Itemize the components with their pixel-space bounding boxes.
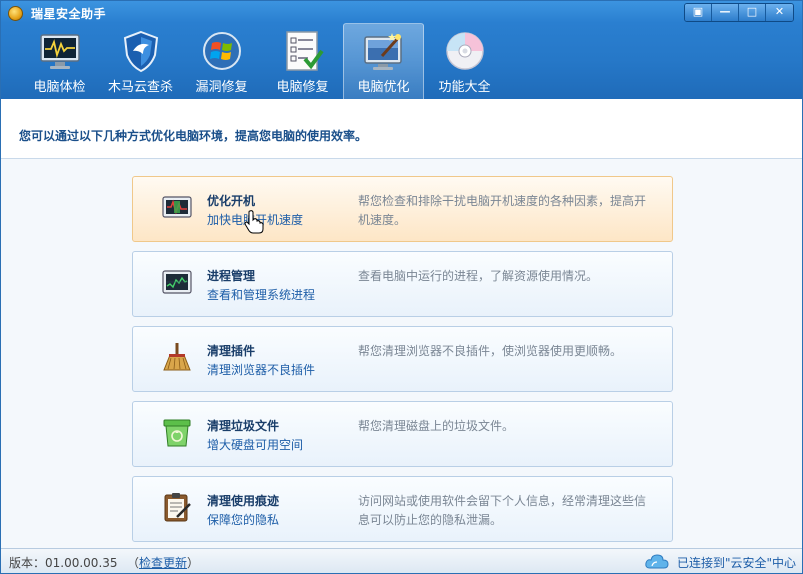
app-logo-icon — [8, 6, 23, 21]
window-title: 瑞星安全助手 — [31, 7, 107, 21]
check-update-link[interactable]: 检查更新 — [139, 556, 187, 570]
status-bar: 版本：01.00.00.35 （检查更新） 已连接到"云安全"中心 — [1, 548, 802, 573]
connection-status: 已连接到"云安全"中心 — [677, 556, 797, 570]
clean-junk-files-item[interactable]: 清理垃圾文件 增大硬盘可用空间 帮您清理磁盘上的垃圾文件。 — [132, 401, 673, 467]
update-group: （检查更新） — [127, 554, 199, 571]
info-bar: 您可以通过以下几种方式优化电脑环境，提高您电脑的使用效率。 — [1, 99, 802, 159]
optimize-boot-item[interactable]: 优化开机 加快电脑开机速度 帮您检查和排除干扰电脑开机速度的各种因素，提高开机速… — [132, 176, 673, 242]
monitor-wand-icon — [363, 33, 402, 70]
item-title: 清理使用痕迹 — [207, 494, 280, 508]
tab-label: 电脑优化 — [357, 80, 410, 95]
item-subtitle: 清理浏览器不良插件 — [207, 363, 316, 377]
process-monitor-icon — [162, 270, 192, 294]
version-text: 版本：01.00.00.35 — [9, 556, 118, 570]
minimize-button[interactable]: — — [712, 4, 739, 21]
tab-all-features[interactable]: 功能大全 — [424, 23, 505, 99]
monitor-pulse-icon — [39, 34, 80, 69]
tab-pc-optimize[interactable]: 电脑优化 — [343, 23, 424, 99]
item-title: 清理垃圾文件 — [207, 419, 280, 433]
checklist-icon — [285, 31, 324, 71]
tab-pc-repair[interactable]: 电脑修复 — [262, 23, 343, 99]
item-title: 进程管理 — [207, 269, 256, 283]
skin-button[interactable]: ▣ — [685, 4, 712, 21]
item-title: 优化开机 — [207, 194, 256, 208]
update-paren-open: （ — [127, 556, 140, 570]
tab-label: 功能大全 — [438, 80, 491, 95]
broom-icon — [163, 343, 191, 371]
maximize-button[interactable]: □ — [739, 4, 766, 21]
item-subtitle: 保障您的隐私 — [207, 513, 280, 527]
hand-cursor-icon — [244, 210, 264, 234]
clipboard-pen-icon — [164, 493, 191, 522]
tab-label: 电脑体检 — [33, 80, 86, 95]
process-manager-item[interactable]: 进程管理 查看和管理系统进程 查看电脑中运行的进程，了解资源使用情况。 — [132, 251, 673, 317]
item-subtitle: 增大硬盘可用空间 — [207, 438, 304, 452]
item-description: 帮您清理浏览器不良插件，使浏览器使用更顺畅。 — [358, 344, 623, 358]
title-bar: 瑞星安全助手 ▣ — □ ✕ — [1, 1, 802, 25]
app-window: 瑞星安全助手 ▣ — □ ✕ 电脑体检 木马云查杀 漏洞修复 电脑修复 电脑优化… — [0, 0, 803, 574]
info-text: 您可以通过以下几种方式优化电脑环境，提高您电脑的使用效率。 — [19, 129, 368, 143]
tab-pc-checkup[interactable]: 电脑体检 — [19, 23, 100, 99]
recycle-bin-icon — [163, 419, 191, 447]
item-subtitle: 查看和管理系统进程 — [207, 288, 316, 302]
shield-icon — [123, 30, 158, 73]
update-paren-close: ） — [187, 556, 200, 570]
tab-label: 漏洞修复 — [195, 80, 248, 95]
header: 瑞星安全助手 ▣ — □ ✕ 电脑体检 木马云查杀 漏洞修复 电脑修复 电脑优化… — [1, 1, 802, 99]
item-description: 帮您检查和排除干扰电脑开机速度的各种因素，提高开机速度。 — [358, 194, 647, 227]
disc-icon — [445, 32, 484, 70]
close-button[interactable]: ✕ — [766, 4, 793, 21]
tab-trojan-scan[interactable]: 木马云查杀 — [100, 23, 181, 99]
window-controls: ▣ — □ ✕ — [684, 3, 794, 22]
item-description: 帮您清理磁盘上的垃圾文件。 — [358, 419, 515, 433]
clean-traces-item[interactable]: 清理使用痕迹 保障您的隐私 访问网站或使用软件会留下个人信息，经常清理这些信息可… — [132, 476, 673, 542]
clean-plugins-item[interactable]: 清理插件 清理浏览器不良插件 帮您清理浏览器不良插件，使浏览器使用更顺畅。 — [132, 326, 673, 392]
tab-label: 电脑修复 — [276, 80, 329, 95]
item-description: 查看电脑中运行的进程，了解资源使用情况。 — [358, 269, 599, 283]
tab-label: 木马云查杀 — [107, 80, 173, 95]
boot-optimize-icon — [162, 196, 192, 218]
windows-logo-icon — [202, 32, 241, 70]
cloud-icon — [645, 554, 669, 569]
item-title: 清理插件 — [207, 344, 256, 358]
main-toolbar: 电脑体检 木马云查杀 漏洞修复 电脑修复 电脑优化 功能大全 — [19, 23, 505, 99]
tab-vulnerability-fix[interactable]: 漏洞修复 — [181, 23, 262, 99]
item-description: 访问网站或使用软件会留下个人信息，经常清理这些信息可以防止您的隐私泄漏。 — [358, 494, 647, 527]
